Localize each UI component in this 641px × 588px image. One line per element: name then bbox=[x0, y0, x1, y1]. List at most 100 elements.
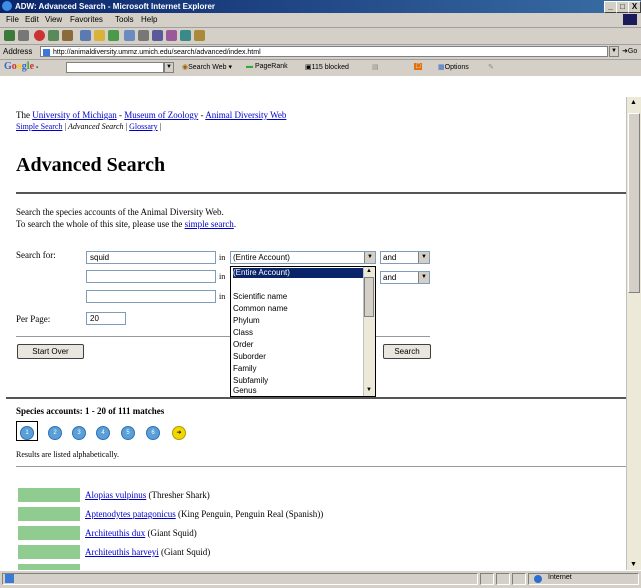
google-dropdown-icon[interactable]: ▼ bbox=[164, 62, 174, 73]
address-dropdown-icon[interactable]: ▼ bbox=[609, 46, 619, 57]
menu-edit[interactable]: Edit bbox=[25, 15, 39, 24]
print-icon[interactable] bbox=[138, 30, 149, 41]
scroll-up-icon[interactable]: ▲ bbox=[630, 99, 637, 106]
page-3-button[interactable]: 3 bbox=[72, 426, 86, 440]
menu-help[interactable]: Help bbox=[141, 15, 157, 24]
result-link[interactable]: Architeuthis harveyi bbox=[85, 547, 159, 557]
search-input-3[interactable] bbox=[86, 290, 216, 303]
edit-icon[interactable] bbox=[152, 30, 163, 41]
menu-view[interactable]: View bbox=[45, 15, 62, 24]
back-icon[interactable] bbox=[4, 30, 15, 41]
research-icon[interactable] bbox=[194, 30, 205, 41]
page-6-button[interactable]: 6 bbox=[146, 426, 160, 440]
menu-tools[interactable]: Tools bbox=[115, 15, 134, 24]
menu-file[interactable]: File bbox=[6, 15, 19, 24]
dropdown-option[interactable]: Scientific name bbox=[233, 292, 287, 302]
favorites-icon[interactable] bbox=[94, 30, 105, 41]
refresh-icon[interactable] bbox=[48, 30, 59, 41]
field-select-1[interactable]: (Entire Account) ▼ bbox=[230, 251, 376, 264]
dropdown-option[interactable]: Subfamily bbox=[233, 376, 268, 386]
options-button[interactable]: ▦Options bbox=[438, 63, 469, 71]
dropdown-scrollbar[interactable]: ▲ ▼ bbox=[363, 267, 375, 396]
university-link[interactable]: University of Michigan bbox=[32, 110, 117, 120]
museum-link[interactable]: Museum of Zoology bbox=[124, 110, 198, 120]
in-label: in bbox=[219, 292, 226, 301]
status-pane bbox=[480, 573, 494, 585]
search-button[interactable]: Search bbox=[383, 344, 431, 359]
result-link[interactable]: Aptenodytes patagonicus bbox=[85, 509, 176, 519]
current-nav-item: Advanced Search bbox=[68, 122, 124, 131]
discuss-icon[interactable] bbox=[166, 30, 177, 41]
scroll-thumb[interactable] bbox=[628, 113, 640, 293]
dropdown-option[interactable]: Common name bbox=[233, 304, 288, 314]
dropdown-option[interactable]: (Entire Account) bbox=[233, 268, 363, 278]
chevron-down-icon: ▼ bbox=[364, 252, 375, 263]
autofill-icon[interactable]: ▤ bbox=[372, 63, 379, 71]
start-over-button[interactable]: Start Over bbox=[17, 344, 84, 359]
search-description: Search the species accounts of the Anima… bbox=[16, 207, 224, 217]
page-scrollbar[interactable]: ▲ ▼ bbox=[626, 97, 641, 570]
forward-icon[interactable] bbox=[18, 30, 29, 41]
home-icon[interactable] bbox=[62, 30, 73, 41]
dropdown-option[interactable]: Suborder bbox=[233, 352, 266, 362]
ie-icon bbox=[2, 1, 12, 11]
search-icon[interactable] bbox=[80, 30, 91, 41]
google-logo[interactable]: Google - bbox=[4, 61, 38, 72]
page-1-button[interactable]: 1 bbox=[20, 426, 34, 440]
adw-link[interactable]: Animal Diversity Web bbox=[205, 110, 286, 120]
close-button[interactable]: X bbox=[628, 1, 641, 13]
thumbnail-placeholder bbox=[18, 507, 80, 521]
in-label: in bbox=[219, 272, 226, 281]
popup-blocked-counter[interactable]: ▣115 blocked bbox=[305, 63, 349, 71]
thumbnail-placeholder bbox=[18, 526, 80, 540]
per-page-label: Per Page: bbox=[16, 314, 51, 324]
search-for-label: Search for: bbox=[16, 250, 56, 260]
search-nav: Simple Search | Advanced Search | Glossa… bbox=[16, 122, 162, 131]
page-icon bbox=[43, 49, 50, 56]
page-top-margin bbox=[0, 76, 641, 97]
field-dropdown-list[interactable]: (Entire Account) Scientific name Common … bbox=[230, 266, 376, 397]
search-input-2[interactable] bbox=[86, 270, 216, 283]
address-input[interactable]: http://animaldiversity.ummz.umich.edu/se… bbox=[40, 46, 608, 57]
scroll-down-icon[interactable]: ▼ bbox=[365, 387, 373, 395]
dropdown-scroll-thumb[interactable] bbox=[364, 277, 374, 317]
page-5-button[interactable]: 5 bbox=[121, 426, 135, 440]
simple-search-link[interactable]: Simple Search bbox=[16, 122, 62, 131]
result-link[interactable]: Alopias vulpinus bbox=[85, 490, 146, 500]
page-status-icon bbox=[5, 574, 14, 583]
stop-icon[interactable] bbox=[34, 30, 45, 41]
highlight-icon[interactable]: □ bbox=[414, 63, 423, 70]
per-page-input[interactable]: 20 bbox=[86, 312, 126, 325]
result-link[interactable]: Architeuthis dux bbox=[85, 528, 145, 538]
glossary-link[interactable]: Glossary bbox=[129, 122, 157, 131]
logic-select-1[interactable]: and ▼ bbox=[380, 251, 430, 264]
status-bar: Internet bbox=[0, 570, 641, 588]
thumbnail-placeholder bbox=[18, 488, 80, 502]
history-icon[interactable] bbox=[108, 30, 119, 41]
page-2-button[interactable]: 2 bbox=[48, 426, 62, 440]
zone-label: Internet bbox=[548, 574, 572, 581]
logic-select-2[interactable]: and ▼ bbox=[380, 271, 430, 284]
search-input-1[interactable]: squid bbox=[86, 251, 216, 264]
dropdown-option[interactable]: Phylum bbox=[233, 316, 260, 326]
search-web-button[interactable]: ◉Search Web ▾ bbox=[182, 63, 232, 71]
dropdown-option[interactable]: Class bbox=[233, 328, 253, 338]
pencil-icon[interactable]: ✎ bbox=[488, 63, 494, 71]
scroll-up-icon[interactable]: ▲ bbox=[365, 268, 373, 276]
mail-icon[interactable] bbox=[124, 30, 135, 41]
messenger-icon[interactable] bbox=[180, 30, 191, 41]
simple-search-inline-link[interactable]: simple search bbox=[185, 219, 234, 229]
window-title: ADW: Advanced Search - Microsoft Interne… bbox=[15, 2, 216, 11]
toolbar bbox=[0, 28, 641, 45]
result-item: Aptenodytes patagonicus (King Penguin, P… bbox=[85, 509, 324, 519]
divider bbox=[16, 466, 626, 467]
page-4-button[interactable]: 4 bbox=[96, 426, 110, 440]
menu-favorites[interactable]: Favorites bbox=[70, 15, 103, 24]
scroll-down-icon[interactable]: ▼ bbox=[630, 561, 637, 568]
dropdown-option[interactable]: Order bbox=[233, 340, 253, 350]
go-button[interactable]: ➜Go bbox=[622, 47, 637, 55]
dropdown-option[interactable]: Genus bbox=[233, 386, 257, 396]
google-search-input[interactable] bbox=[66, 62, 164, 73]
next-page-icon[interactable]: ➜ bbox=[172, 426, 186, 440]
dropdown-option[interactable]: Family bbox=[233, 364, 257, 374]
